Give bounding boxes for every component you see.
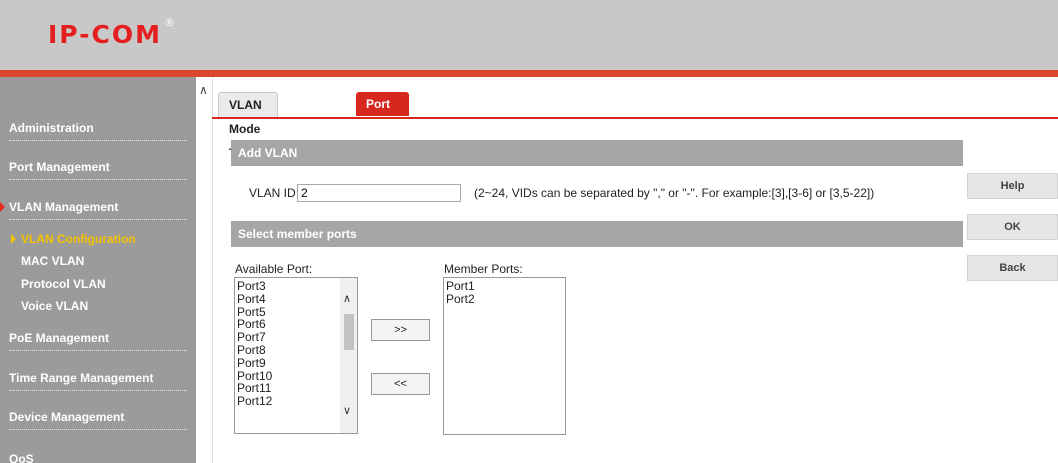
sidebar-item-label: PoE Management — [9, 331, 110, 345]
help-button[interactable]: Help — [967, 173, 1058, 199]
sidebar-item-qos[interactable]: QoS — [9, 452, 191, 463]
sidebar-subitem-vlan-configuration[interactable]: VLAN Configuration — [11, 232, 136, 246]
sidebar-item-label: QoS — [9, 452, 34, 463]
tab-port-vlan[interactable]: Port VLAN — [356, 92, 409, 135]
header-bar: IP-COM ® — [0, 0, 1058, 70]
sidebar-item-label: Time Range Management — [9, 371, 154, 385]
chevron-up-icon[interactable]: ∧ — [343, 292, 351, 305]
list-item[interactable]: Port12 — [237, 395, 272, 408]
chevron-down-icon[interactable]: ∨ — [343, 404, 351, 417]
sidebar-item-time-range-management[interactable]: Time Range Management — [9, 371, 191, 391]
member-ports-label: Member Ports: — [444, 262, 523, 276]
brand-logo: IP-COM ® — [48, 16, 178, 49]
remove-member-button[interactable]: << — [371, 373, 430, 395]
available-port-label: Available Port: — [235, 262, 313, 276]
sidebar-item-poe-management[interactable]: PoE Management — [9, 331, 191, 351]
chevron-up-icon[interactable]: ∧ — [199, 83, 208, 97]
list-item[interactable]: Port4 — [237, 292, 272, 306]
header-accent-bar — [0, 70, 1058, 77]
sidebar-item-label: Device Management — [9, 410, 125, 424]
section-header-member-ports: Select member ports — [231, 221, 963, 247]
arrow-right-icon — [11, 234, 16, 244]
back-button[interactable]: Back — [967, 255, 1058, 281]
sidebar-subitem-protocol-vlan[interactable]: Protocol VLAN — [21, 277, 106, 291]
sidebar-item-port-management[interactable]: Port Management — [9, 160, 191, 180]
sidebar-item-vlan-management[interactable]: VLAN Management — [0, 200, 191, 220]
sidebar-item-administration[interactable]: Administration — [9, 121, 191, 141]
sidebar-subitem-mac-vlan[interactable]: MAC VLAN — [21, 254, 84, 268]
sidebar: Administration Port Management VLAN Mana… — [0, 77, 196, 463]
list-item[interactable]: Port8 — [237, 344, 272, 357]
vlan-id-label: VLAN ID — [249, 186, 296, 200]
list-item[interactable]: Port3 — [237, 280, 272, 293]
section-header-add-vlan: Add VLAN — [231, 140, 963, 166]
tab-vlan-mode-toggle[interactable]: VLAN Mode Toggle — [218, 92, 279, 160]
member-ports-list[interactable]: Port1 Port2 — [443, 277, 566, 435]
sidebar-subitem-voice-vlan[interactable]: Voice VLAN — [21, 299, 88, 313]
list-item[interactable]: Port9 — [237, 356, 272, 370]
add-member-button[interactable]: >> — [371, 319, 430, 341]
vlan-id-hint: (2~24, VIDs can be separated by "," or "… — [474, 186, 875, 200]
sidebar-item-device-management[interactable]: Device Management — [9, 410, 191, 430]
available-port-list[interactable]: Port3 Port4 Port5 Port6 Port7 Port8 Port… — [234, 277, 358, 434]
vlan-id-input[interactable] — [297, 184, 461, 202]
sidebar-item-label: Port Management — [9, 160, 110, 174]
sidebar-item-label: VLAN Management — [9, 200, 119, 214]
list-item[interactable]: Port1 — [446, 280, 475, 293]
sidebar-item-label: Administration — [9, 121, 94, 135]
scrollbar-thumb[interactable] — [344, 314, 354, 350]
list-scrollbar[interactable]: ∧ ∨ — [340, 278, 357, 433]
sidebar-scrollbar[interactable]: ∧ — [196, 77, 213, 463]
ok-button[interactable]: OK — [967, 214, 1058, 240]
tab-underline — [212, 117, 1058, 119]
list-item[interactable]: Port2 — [446, 292, 475, 306]
